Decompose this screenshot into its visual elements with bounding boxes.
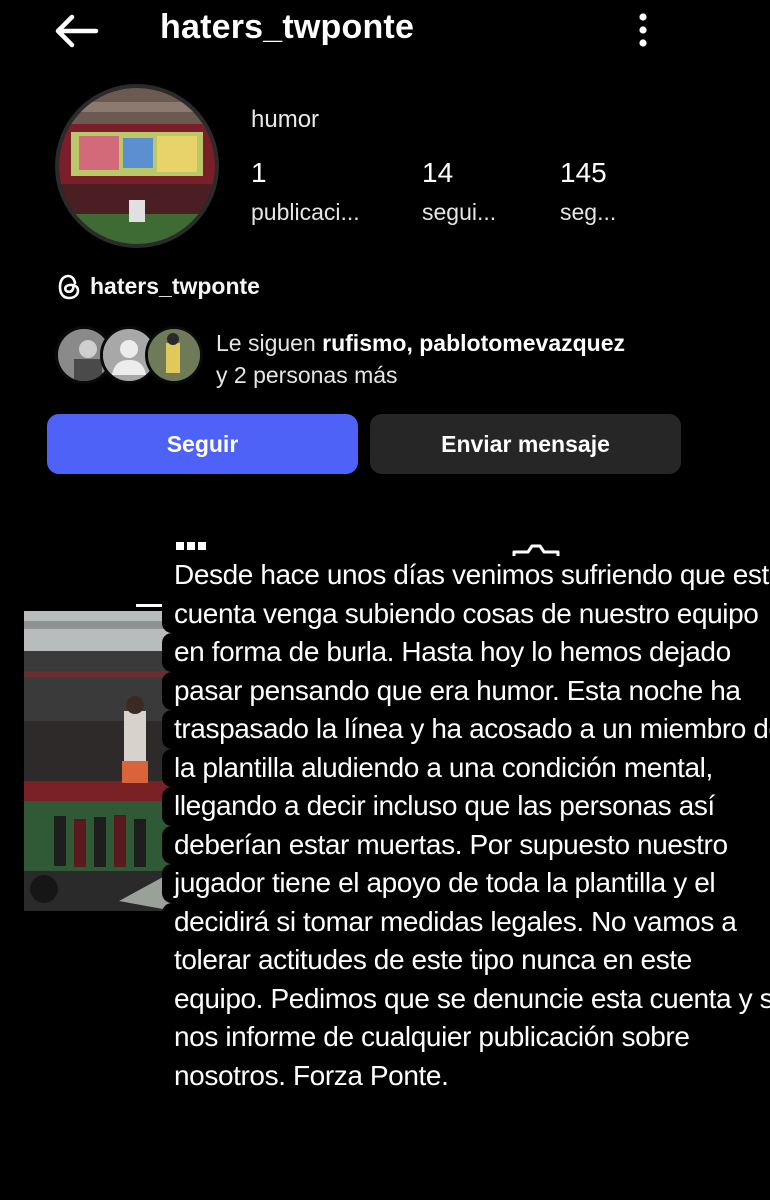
statement-line: la plantilla aludiendo a una condición m… — [162, 748, 725, 787]
statement-line: jugador tiene el apoyo de toda la planti… — [162, 864, 728, 903]
posts-label: publicaci... — [251, 199, 360, 225]
stadium-post-image — [24, 611, 174, 911]
statement-line: equipo. Pedimos que se denuncie esta cue… — [162, 979, 770, 1018]
statement-line: en forma de burla. Hasta hoy lo hemos de… — [162, 633, 743, 672]
followers-count[interactable]: 14 — [422, 157, 453, 189]
followed-by-prefix: Le siguen — [216, 330, 323, 356]
threads-handle: haters_twponte — [90, 273, 260, 299]
followed-by-more[interactable]: y 2 personas más — [216, 362, 398, 389]
posts-count: 1 — [251, 157, 267, 188]
statement-line: tolerar actitudes de este tipo nunca en … — [162, 941, 704, 980]
overlay-statement-text: Desde hace unos días venimos sufriendo q… — [162, 556, 770, 1124]
send-message-button[interactable]: Enviar mensaje — [370, 414, 681, 474]
back-button[interactable] — [50, 8, 104, 54]
followed-by-text[interactable]: Le siguen rufismo, pablotomevazquez — [216, 330, 625, 357]
statement-line: pasar pensando que era humor. Esta noche… — [162, 671, 753, 710]
followers-label[interactable]: segui... — [422, 199, 496, 226]
statement-line: traspasado la línea y ha acosado a un mi… — [162, 710, 770, 749]
statement-line: nos informe de cualquier publicación sob… — [162, 1018, 702, 1057]
statement-line: decidirá si tomar medidas legales. No va… — [162, 902, 749, 941]
profile-username-title: haters_twponte — [160, 8, 415, 46]
statement-line: deberían estar muertas. Por supuesto nue… — [162, 825, 740, 864]
profile-avatar[interactable] — [55, 84, 219, 248]
profile-category: humor — [251, 106, 320, 133]
back-arrow-icon — [55, 14, 99, 48]
more-options-button[interactable] — [628, 10, 658, 50]
following-label[interactable]: seg... — [560, 199, 616, 226]
post-thumbnail[interactable] — [24, 611, 174, 911]
statement-line: cuenta venga subiendo cosas de nuestro e… — [162, 594, 770, 633]
more-vertical-icon — [639, 13, 647, 47]
stadium-photo-avatar-image — [59, 88, 215, 244]
follow-button[interactable]: Seguir — [47, 414, 358, 474]
statement-line: nosotros. Forza Ponte. — [162, 1056, 461, 1095]
follower-photo-image — [148, 329, 200, 381]
follower-avatar-3[interactable] — [145, 326, 203, 384]
statement-line: llegando a decir incluso que las persona… — [162, 787, 727, 826]
statement-line: Desde hace unos días venimos sufriendo q… — [162, 556, 770, 595]
threads-icon — [58, 274, 80, 300]
followed-by-names: rufismo, pablotomevazquez — [322, 330, 626, 356]
following-count[interactable]: 145 — [560, 157, 607, 189]
